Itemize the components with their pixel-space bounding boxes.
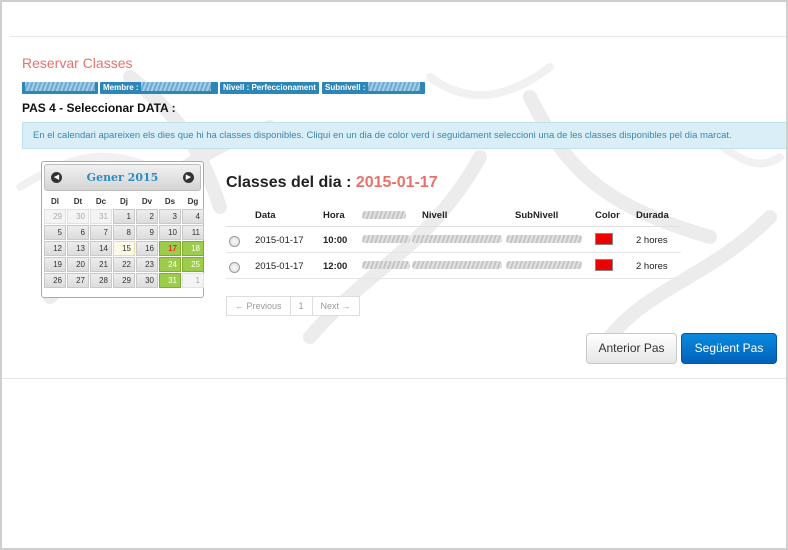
main-panel: Reservar Classes Membre : Nivell : Perfe… <box>10 36 786 378</box>
header-color: Color <box>595 210 620 221</box>
class-radio[interactable] <box>229 262 240 273</box>
header-hora: Hora <box>323 210 345 221</box>
calendar-day[interactable]: 6 <box>67 225 89 240</box>
calendar-day[interactable]: 19 <box>44 257 66 272</box>
datepicker-header: ◀ Gener 2015 ▶ <box>44 164 201 191</box>
calendar-day[interactable]: 26 <box>44 273 66 288</box>
calendar-day[interactable]: 1 <box>182 273 204 288</box>
header-data: Data <box>255 210 276 221</box>
classes-title-label: Classes del dia : <box>226 174 352 191</box>
color-swatch <box>595 259 613 271</box>
redacted-cell <box>412 235 502 243</box>
tag-member-label: Membre : <box>103 83 139 92</box>
calendar-day[interactable]: 30 <box>136 273 158 288</box>
calendar-day-available[interactable]: 24 <box>159 257 181 272</box>
weekday-header: Dv <box>141 197 153 206</box>
calendar-day[interactable]: 3 <box>159 209 181 224</box>
table-row[interactable]: 2015-01-17 10:00 2 hores <box>226 227 681 253</box>
weekday-header: Dc <box>95 197 107 206</box>
step-title: PAS 4 - Seleccionar DATA : <box>22 101 176 115</box>
header-nivell: Nivell <box>422 210 448 221</box>
redacted-text <box>367 82 420 92</box>
calendar-day-available[interactable]: 18 <box>182 241 204 256</box>
table-row[interactable]: 2015-01-17 12:00 2 hores <box>226 253 681 279</box>
redacted-text <box>140 82 211 92</box>
row-date: 2015-01-17 <box>255 235 304 246</box>
footer-area <box>2 378 786 548</box>
calendar-day[interactable]: 4 <box>182 209 204 224</box>
calendar-day[interactable]: 7 <box>90 225 112 240</box>
calendar-day[interactable]: 31 <box>90 209 112 224</box>
calendar-day[interactable]: 29 <box>113 273 135 288</box>
datepicker-grid: Dl Dt Dc Dj Dv Ds Dg 29 30 31 1 2 3 4 5 6 7 8 9 10 11 12 13 14 1… <box>44 195 204 289</box>
calendar-day[interactable]: 8 <box>113 225 135 240</box>
tag-sublevel-label: Subnivell : <box>325 83 366 92</box>
calendar-day[interactable]: 11 <box>182 225 204 240</box>
redacted-header <box>362 211 406 219</box>
row-duration: 2 hores <box>636 261 668 272</box>
next-step-button[interactable]: Següent Pas <box>681 333 777 364</box>
redacted-cell <box>362 261 410 269</box>
redacted-cell <box>506 261 582 269</box>
tag-sublevel: Subnivell : <box>322 82 425 94</box>
weekday-header: Dl <box>51 197 59 206</box>
color-swatch <box>595 233 613 245</box>
calendar-day[interactable]: 10 <box>159 225 181 240</box>
datepicker-title: Gener 2015 <box>86 171 159 184</box>
tag-member: Membre : <box>100 82 218 94</box>
calendar-day[interactable]: 29 <box>44 209 66 224</box>
calendar-day[interactable]: 13 <box>67 241 89 256</box>
pagination-previous[interactable]: ← Previous <box>226 296 291 316</box>
calendar-day[interactable]: 15 <box>113 241 135 256</box>
tag-level-label: Nivell : Perfeccionament <box>223 83 316 92</box>
calendar-day-selected[interactable]: 17 <box>159 241 181 256</box>
previous-step-button[interactable]: Anterior Pas <box>586 333 677 364</box>
redacted-text <box>25 82 95 92</box>
calendar-day[interactable]: 30 <box>67 209 89 224</box>
calendar-day[interactable]: 20 <box>67 257 89 272</box>
row-time: 10:00 <box>323 235 348 246</box>
calendar-day[interactable]: 14 <box>90 241 112 256</box>
header-subnivell: SubNivell <box>515 210 559 221</box>
weekday-header: Dj <box>120 197 128 206</box>
redacted-cell <box>506 235 582 243</box>
table-header: Data Hora Nivell SubNivell Color Durada <box>226 203 681 227</box>
calendar-day[interactable]: 12 <box>44 241 66 256</box>
classes-title-date: 2015-01-17 <box>355 174 438 191</box>
calendar-day[interactable]: 9 <box>136 225 158 240</box>
calendar-day[interactable]: 27 <box>67 273 89 288</box>
pagination-next[interactable]: Next → <box>312 296 360 316</box>
calendar-day[interactable]: 21 <box>90 257 112 272</box>
info-alert: En el calendari apareixen els dies que h… <box>22 122 786 149</box>
calendar-day-available[interactable]: 25 <box>182 257 204 272</box>
calendar-day-available[interactable]: 31 <box>159 273 181 288</box>
calendar-day[interactable]: 23 <box>136 257 158 272</box>
class-radio[interactable] <box>229 236 240 247</box>
page-title: Reservar Classes <box>22 55 133 71</box>
header-durada: Durada <box>636 210 669 221</box>
calendar-day[interactable]: 2 <box>136 209 158 224</box>
weekday-header: Dg <box>187 197 199 206</box>
calendar-day[interactable]: 1 <box>113 209 135 224</box>
tag-user <box>22 82 98 94</box>
calendar-day[interactable]: 28 <box>90 273 112 288</box>
next-month-icon[interactable]: ▶ <box>183 172 194 183</box>
calendar-day[interactable]: 5 <box>44 225 66 240</box>
weekday-header: Dt <box>73 197 83 206</box>
classes-title: Classes del dia : 2015-01-17 <box>226 174 438 192</box>
calendar-day[interactable]: 22 <box>113 257 135 272</box>
tag-level: Nivell : Perfeccionament <box>220 82 319 94</box>
row-date: 2015-01-17 <box>255 261 304 272</box>
redacted-cell <box>412 261 502 269</box>
datepicker: ◀ Gener 2015 ▶ Dl Dt Dc Dj Dv Ds Dg 29 30 31 1 2 3 4 5… <box>41 161 204 298</box>
pagination-page[interactable]: 1 <box>290 296 313 316</box>
calendar-day[interactable]: 16 <box>136 241 158 256</box>
weekday-header: Ds <box>164 197 176 206</box>
pagination: ← Previous 1 Next → <box>226 296 360 316</box>
redacted-cell <box>362 235 410 243</box>
row-duration: 2 hores <box>636 235 668 246</box>
row-time: 12:00 <box>323 261 348 272</box>
